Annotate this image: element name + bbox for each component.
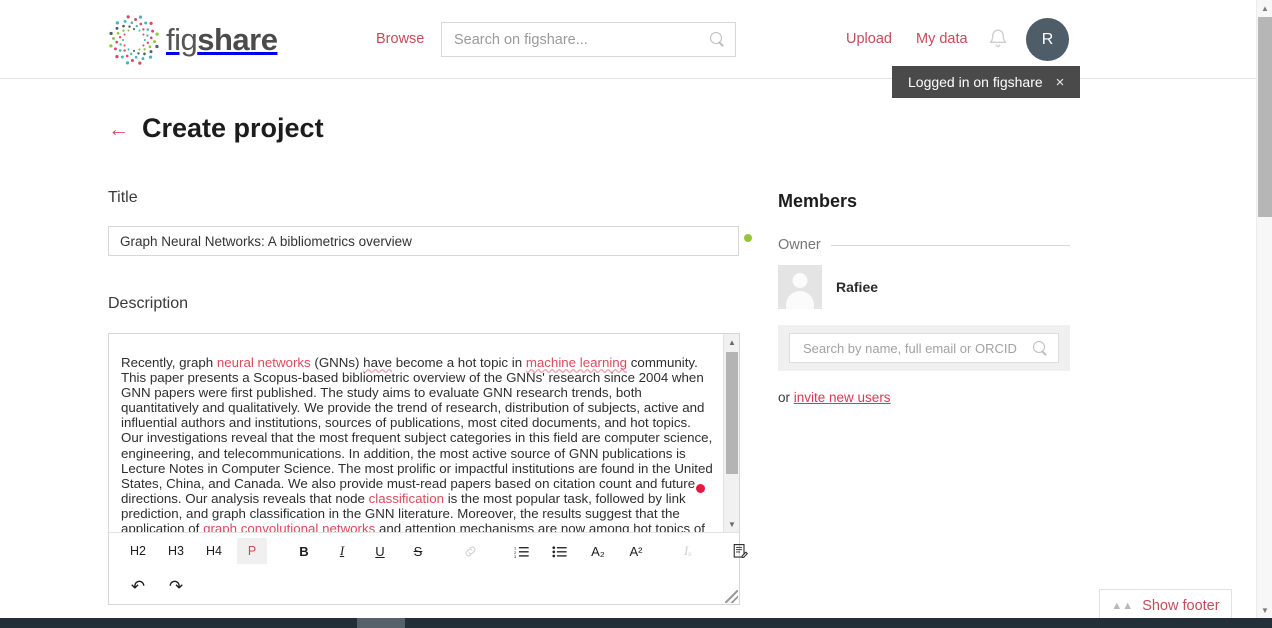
paragraph-button[interactable]: P	[237, 538, 267, 564]
resize-handle-icon[interactable]	[725, 590, 738, 603]
svg-text:3: 3	[514, 554, 516, 558]
page-title: Create project	[142, 113, 324, 143]
description-status-badge	[696, 484, 705, 493]
undo-button[interactable]: ↶	[123, 574, 153, 600]
site-search[interactable]	[441, 22, 736, 57]
desc-link-neural-networks[interactable]: neural networks	[217, 355, 311, 370]
desc-spellcheck-have: have	[363, 355, 393, 370]
avatar-initial: R	[1041, 30, 1054, 48]
page-header: ← Create project	[108, 113, 324, 144]
redo-button[interactable]: ↷	[161, 574, 191, 600]
heading-3-button[interactable]: H3	[161, 538, 191, 564]
desc-seg-1: Recently, graph	[121, 355, 217, 370]
desc-link-classification[interactable]: classification	[369, 491, 444, 506]
member-search-input[interactable]	[803, 340, 1033, 356]
description-text[interactable]: Recently, graph neural networks (GNNs) h…	[121, 355, 713, 532]
chevron-double-up-icon: ▲▲	[1111, 599, 1134, 612]
figshare-logo-text: figshare	[166, 22, 278, 58]
underline-button[interactable]: U	[365, 538, 395, 564]
desc-link-machine-learning[interactable]: machine learning	[526, 355, 627, 370]
scrollbar-thumb[interactable]	[1258, 17, 1272, 217]
bell-icon[interactable]	[988, 28, 1008, 50]
subscript-button[interactable]: A₂	[583, 538, 613, 564]
desc-seg-4: community. This paper presents a Scopus-…	[121, 355, 713, 506]
member-search-container	[778, 325, 1070, 371]
invite-new-users-link[interactable]: invite new users	[794, 390, 891, 405]
scroll-up-icon[interactable]: ▲	[1257, 0, 1272, 16]
close-icon[interactable]: ×	[1056, 75, 1065, 90]
italic-button[interactable]: I	[327, 538, 357, 564]
desc-seg-2: (GNNs)	[310, 355, 364, 370]
owner-list-item[interactable]: Rafiee	[778, 265, 878, 309]
toast-message: Logged in on figshare	[908, 74, 1043, 90]
project-title-input[interactable]	[108, 226, 739, 256]
source-edit-icon[interactable]	[725, 538, 755, 564]
show-footer-button[interactable]: ▲▲ Show footer	[1099, 589, 1232, 618]
os-taskbar	[0, 618, 1272, 628]
bold-button[interactable]: B	[289, 538, 319, 564]
page-viewport: figshare Browse Upload My data R Logged …	[0, 0, 1256, 618]
logo-share: share	[197, 22, 278, 57]
strikethrough-button[interactable]: S	[403, 538, 433, 564]
user-avatar[interactable]: R	[1026, 18, 1069, 61]
taskbar-active-window[interactable]	[357, 618, 405, 628]
desc-link-graph-convolutional-networks[interactable]: graph convolutional networks	[203, 521, 375, 532]
invite-users-row: or invite new users	[778, 390, 891, 405]
title-field-label: Title	[108, 189, 138, 206]
description-editor[interactable]: Recently, graph neural networks (GNNs) h…	[108, 333, 748, 605]
scroll-down-icon[interactable]: ▼	[724, 516, 739, 532]
owner-name: Rafiee	[836, 279, 879, 295]
scrollbar-thumb[interactable]	[726, 352, 738, 474]
editor-toolbar-row-2: ↶ ↷	[109, 569, 739, 605]
search-icon[interactable]	[1033, 340, 1048, 356]
page-scrollbar[interactable]: ▲ ▼	[1256, 0, 1272, 618]
search-icon[interactable]	[710, 32, 725, 47]
scroll-down-icon[interactable]: ▼	[1257, 602, 1272, 618]
figshare-logo-icon	[109, 15, 159, 65]
clear-formatting-button: Iₓ	[683, 543, 693, 558]
member-search-box[interactable]	[789, 333, 1059, 363]
title-status-badge	[744, 234, 752, 242]
unordered-list-icon[interactable]	[545, 538, 575, 564]
superscript-button[interactable]: A²	[621, 538, 651, 564]
heading-2-button[interactable]: H2	[123, 538, 153, 564]
logo-fig: fig	[166, 22, 198, 57]
editor-toolbar-row-1: H2 H3 H4 P B I U S 1 2 3 A₂ A² Iₓ	[109, 533, 748, 569]
nav-my-data-link[interactable]: My data	[916, 31, 968, 47]
description-editor-body[interactable]: Recently, graph neural networks (GNNs) h…	[109, 334, 739, 532]
heading-4-button[interactable]: H4	[199, 538, 229, 564]
toast-notification: Logged in on figshare ×	[892, 66, 1081, 98]
search-input[interactable]	[454, 31, 710, 48]
editor-toolbar: H2 H3 H4 P B I U S 1 2 3 A₂ A² Iₓ ↶ ↷	[109, 532, 748, 605]
desc-seg-6: and attention mechanisms are now among h…	[375, 521, 705, 532]
members-heading: Members	[778, 191, 858, 211]
scroll-up-icon[interactable]: ▲	[724, 334, 739, 350]
back-arrow-icon[interactable]: ←	[108, 119, 129, 140]
divider	[830, 244, 1070, 246]
show-footer-label: Show footer	[1142, 598, 1220, 614]
ordered-list-icon[interactable]: 1 2 3	[507, 538, 537, 564]
description-field-label: Description	[108, 295, 189, 312]
avatar	[778, 265, 822, 309]
nav-upload-link[interactable]: Upload	[846, 31, 892, 47]
link-icon	[455, 538, 485, 564]
nav-browse-link[interactable]: Browse	[376, 31, 424, 47]
owner-section-header: Owner	[778, 237, 1070, 253]
owner-label: Owner	[778, 237, 821, 253]
description-scrollbar[interactable]: ▲ ▼	[723, 334, 739, 532]
figshare-logo[interactable]: figshare	[108, 14, 278, 66]
invite-prefix: or	[778, 390, 794, 405]
desc-seg-3: become a hot topic in	[392, 355, 526, 370]
